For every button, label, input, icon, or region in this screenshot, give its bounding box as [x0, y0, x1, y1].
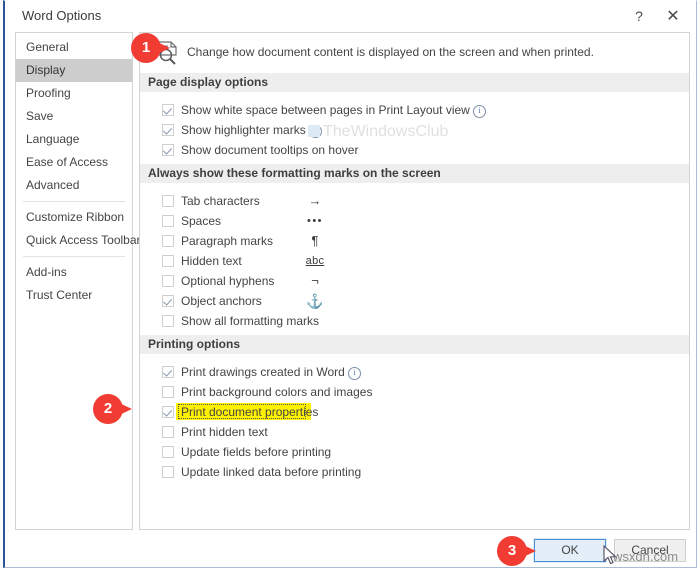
- marker-number-2: 2: [93, 394, 123, 424]
- checkbox-row-print-background-colors[interactable]: Print background colors and images: [140, 382, 689, 402]
- checkbox-paragraph-marks[interactable]: [162, 235, 174, 247]
- annotation-marker-1: 1: [131, 33, 170, 63]
- sidebar-item-general[interactable]: General: [16, 36, 132, 59]
- label-print-hidden-text: Print hidden text: [181, 425, 268, 439]
- printing-options-list: Print drawings created in Word i Print ba…: [140, 354, 689, 486]
- section-header-printing-options: Printing options: [140, 335, 689, 354]
- sidebar-item-proofing[interactable]: Proofing: [16, 82, 132, 105]
- sidebar-divider-1: [23, 201, 125, 202]
- checkbox-row-print-hidden-text[interactable]: Print hidden text: [140, 422, 689, 442]
- sidebar-item-display[interactable]: Display: [16, 59, 132, 82]
- label-optional-hyphens: Optional hyphens: [181, 274, 275, 288]
- hidden-text-abc-icon: abc: [305, 255, 325, 267]
- checkbox-print-document-properties[interactable]: [162, 406, 174, 418]
- section-header-formatting-marks: Always show these formatting marks on th…: [140, 164, 689, 183]
- label-show-document-tooltips: Show document tooltips on hover: [181, 143, 359, 157]
- word-options-dialog: Word Options ? ✕ General Display Proofin…: [3, 0, 697, 568]
- label-update-linked-data: Update linked data before printing: [181, 465, 362, 479]
- window-controls: ? ✕: [622, 3, 690, 29]
- checkbox-row-optional-hyphens[interactable]: Optional hyphens ¬: [140, 271, 689, 291]
- checkbox-update-linked-data[interactable]: [162, 466, 174, 478]
- checkbox-row-tab-characters[interactable]: Tab characters →: [140, 191, 689, 211]
- sidebar-item-advanced[interactable]: Advanced: [16, 174, 132, 197]
- annotation-marker-3: 3: [497, 536, 536, 566]
- label-object-anchors: Object anchors: [181, 294, 262, 308]
- mouse-cursor-icon: [603, 545, 618, 565]
- close-icon[interactable]: ✕: [656, 3, 690, 29]
- checkbox-print-drawings[interactable]: [162, 366, 174, 378]
- optional-hyphen-icon: ¬: [311, 273, 319, 288]
- label-print-document-properties: Print document properties: [181, 405, 319, 419]
- label-print-background-colors: Print background colors and images: [181, 385, 373, 399]
- title-bar: Word Options ? ✕: [5, 1, 696, 31]
- checkbox-print-background-colors[interactable]: [162, 386, 174, 398]
- dialog-footer: OK Cancel: [15, 538, 690, 567]
- checkbox-row-show-highlighter-marks[interactable]: Show highlighter marks i: [140, 120, 689, 140]
- checkbox-row-print-drawings[interactable]: Print drawings created in Word i: [140, 362, 689, 382]
- checkbox-print-hidden-text[interactable]: [162, 426, 174, 438]
- checkbox-row-print-document-properties[interactable]: Print document properties: [140, 402, 689, 422]
- checkbox-row-update-fields[interactable]: Update fields before printing: [140, 442, 689, 462]
- section-header-page-display: Page display options: [140, 73, 689, 92]
- pane-description: Change how document content is displayed…: [187, 45, 594, 59]
- info-icon[interactable]: i: [347, 367, 361, 380]
- pilcrow-icon: ¶: [311, 233, 319, 248]
- checkbox-show-document-tooltips[interactable]: [162, 144, 174, 156]
- checkbox-row-object-anchors[interactable]: Object anchors ⚓: [140, 291, 689, 311]
- sidebar-divider-2: [23, 256, 125, 257]
- bottom-watermark: wsxdn.com: [613, 549, 679, 564]
- sidebar-item-language[interactable]: Language: [16, 128, 132, 151]
- marker-number-1: 1: [131, 33, 161, 63]
- sidebar-item-save[interactable]: Save: [16, 105, 132, 128]
- checkbox-row-paragraph-marks[interactable]: Paragraph marks ¶: [140, 231, 689, 251]
- checkbox-object-anchors[interactable]: [162, 295, 174, 307]
- formatting-marks-options-list: Tab characters → Spaces ••• Paragraph ma…: [140, 183, 689, 335]
- spaces-dots-icon: •••: [306, 215, 324, 227]
- anchor-icon: ⚓: [306, 293, 324, 309]
- options-content-pane: Change how document content is displayed…: [139, 32, 690, 530]
- checkbox-row-update-linked-data[interactable]: Update linked data before printing: [140, 462, 689, 482]
- label-update-fields: Update fields before printing: [181, 445, 332, 459]
- sidebar-item-customize-ribbon[interactable]: Customize Ribbon: [16, 206, 132, 229]
- sidebar-item-quick-access-toolbar[interactable]: Quick Access Toolbar: [16, 229, 141, 252]
- sidebar-item-ease-of-access[interactable]: Ease of Access: [16, 151, 132, 174]
- checkbox-hidden-text[interactable]: [162, 255, 174, 267]
- checkbox-show-white-space[interactable]: [162, 104, 174, 116]
- checkbox-show-highlighter-marks[interactable]: [162, 124, 174, 136]
- page-display-options-list: Show white space between pages in Print …: [140, 92, 689, 164]
- checkbox-row-spaces[interactable]: Spaces •••: [140, 211, 689, 231]
- checkbox-row-show-all-formatting-marks[interactable]: Show all formatting marks: [140, 311, 689, 331]
- checkbox-tab-characters[interactable]: [162, 195, 174, 207]
- label-tab-characters: Tab characters: [181, 194, 260, 208]
- label-show-all-formatting-marks: Show all formatting marks: [181, 314, 320, 328]
- sidebar-item-add-ins[interactable]: Add-ins: [16, 261, 132, 284]
- checkbox-show-all-formatting-marks[interactable]: [162, 315, 174, 327]
- checkbox-optional-hyphens[interactable]: [162, 275, 174, 287]
- pane-header: Change how document content is displayed…: [140, 33, 689, 73]
- checkbox-spaces[interactable]: [162, 215, 174, 227]
- label-spaces: Spaces: [181, 214, 222, 228]
- window-title: Word Options: [22, 8, 102, 23]
- annotation-marker-2: 2: [93, 394, 132, 424]
- info-icon[interactable]: i: [308, 125, 322, 138]
- marker-number-3: 3: [497, 536, 527, 566]
- options-sidebar: General Display Proofing Save Language E…: [15, 32, 141, 530]
- label-hidden-text: Hidden text: [181, 254, 242, 268]
- label-show-white-space: Show white space between pages in Print …: [181, 103, 470, 117]
- help-icon[interactable]: ?: [622, 3, 656, 29]
- label-paragraph-marks: Paragraph marks: [181, 234, 274, 248]
- dialog-body: General Display Proofing Save Language E…: [15, 32, 690, 532]
- ok-button[interactable]: OK: [533, 538, 607, 563]
- label-print-drawings: Print drawings created in Word: [181, 365, 345, 379]
- label-show-highlighter-marks: Show highlighter marks: [181, 123, 306, 137]
- tab-arrow-icon: →: [308, 193, 322, 208]
- checkbox-update-fields[interactable]: [162, 446, 174, 458]
- checkbox-row-hidden-text[interactable]: Hidden text abc: [140, 251, 689, 271]
- checkbox-row-show-white-space[interactable]: Show white space between pages in Print …: [140, 100, 689, 120]
- info-icon[interactable]: i: [472, 105, 486, 118]
- checkbox-row-show-document-tooltips[interactable]: Show document tooltips on hover: [140, 140, 689, 160]
- sidebar-item-trust-center[interactable]: Trust Center: [16, 284, 132, 307]
